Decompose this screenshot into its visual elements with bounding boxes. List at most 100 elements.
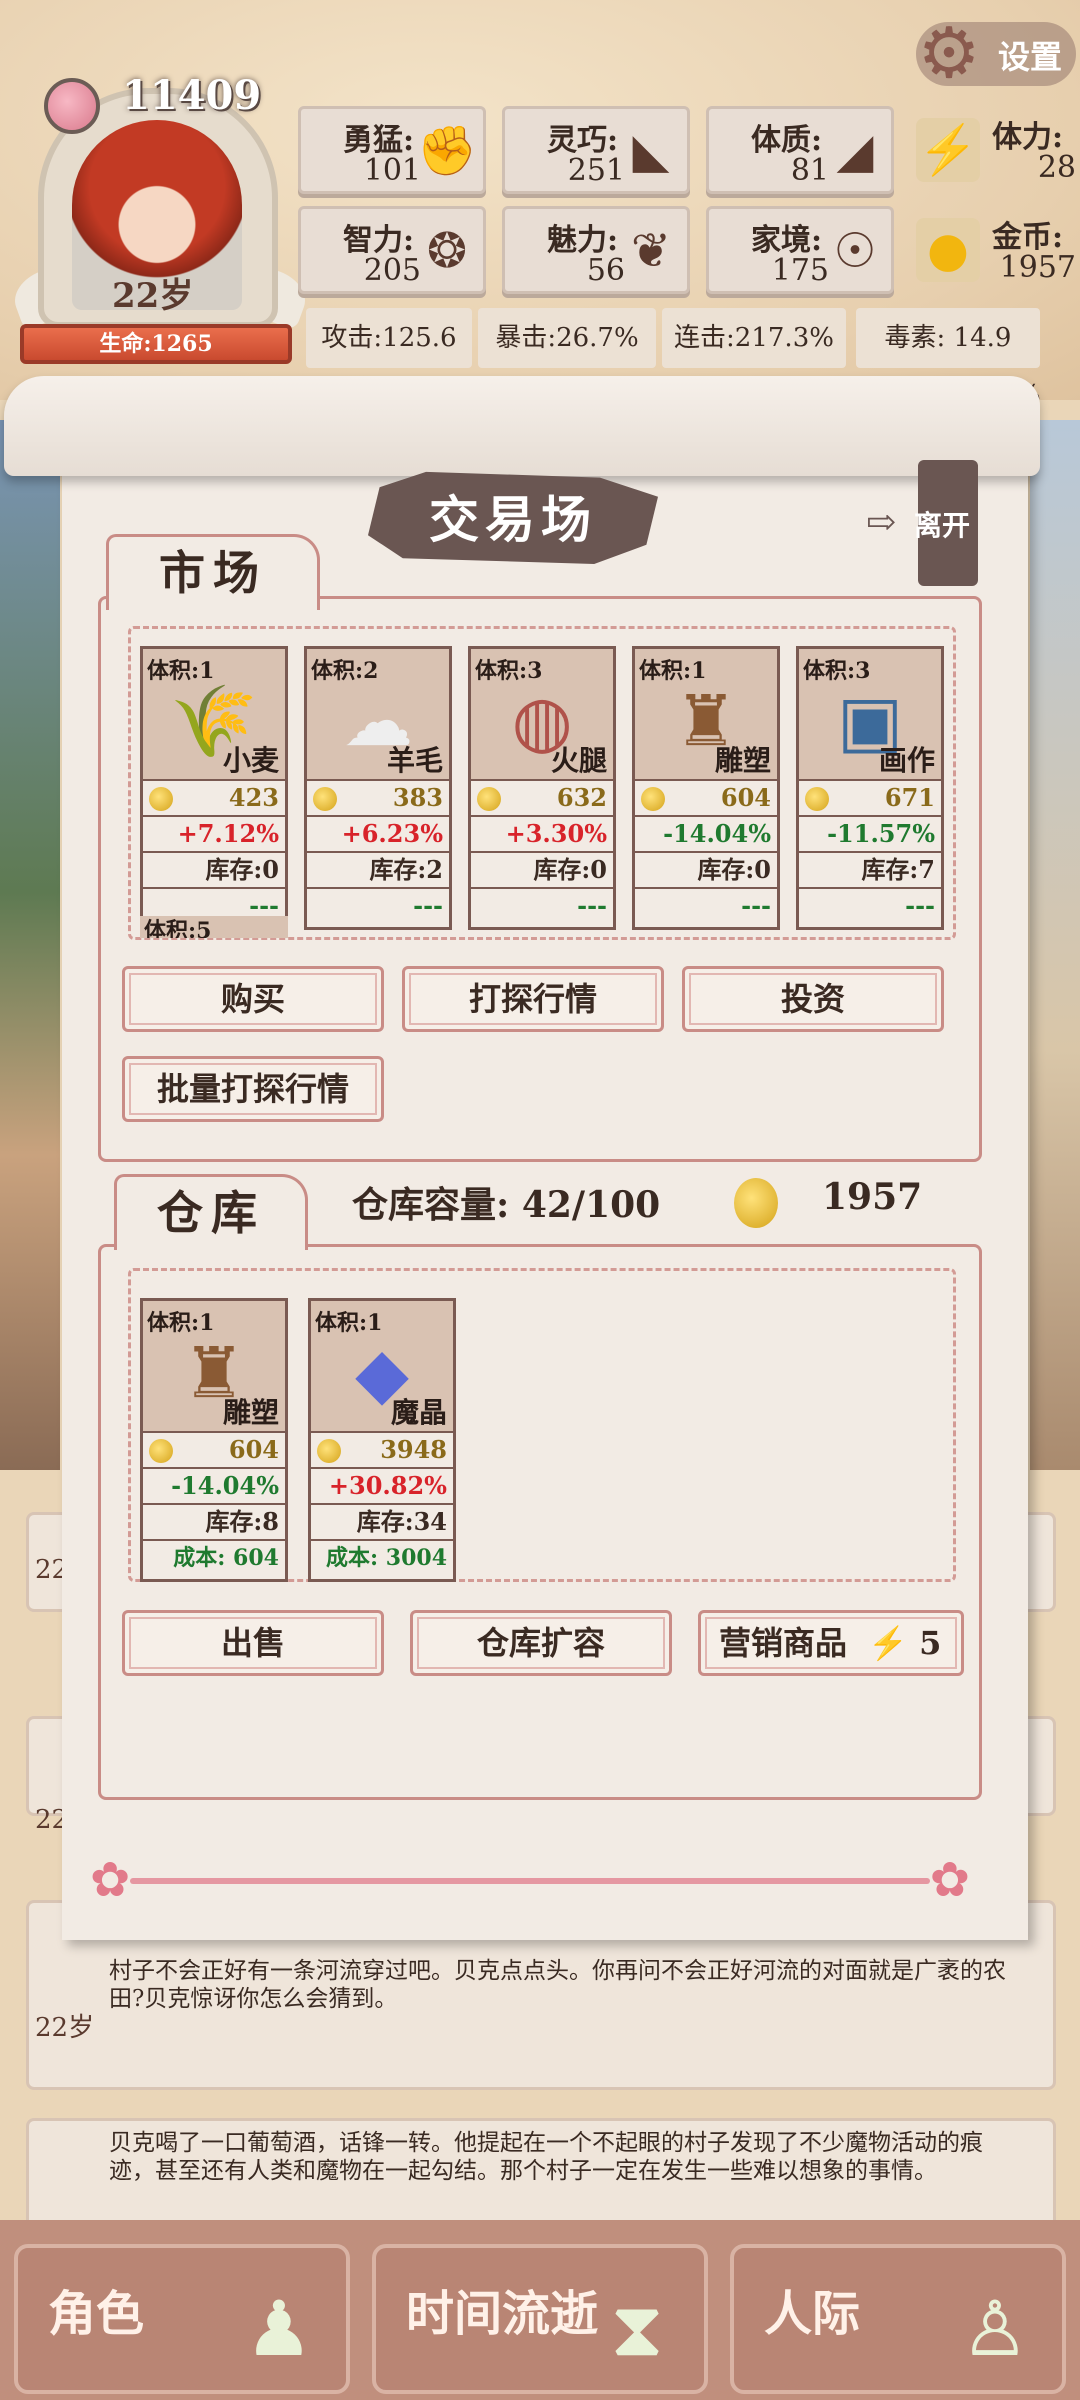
item-change: +3.30% <box>471 815 613 851</box>
market-tab: 市场 <box>106 534 320 610</box>
people-icon: ♙ <box>960 2284 1030 2373</box>
invest-button[interactable]: 投资 <box>682 966 944 1032</box>
settings-label: 设置 <box>998 38 1063 76</box>
hourglass-icon: ⧗ <box>610 2284 664 2373</box>
resource-value: 1957 <box>999 250 1076 285</box>
item-cost: 成本: 3004 <box>311 1539 453 1575</box>
item-name: 画作 <box>878 744 935 777</box>
item-stock: 库存:0 <box>143 851 285 887</box>
item-volume: 体积:1 <box>147 1310 215 1336</box>
nav-time-button[interactable]: 时间流逝 ⧗ <box>372 2244 708 2394</box>
soul-currency-icon <box>44 78 100 134</box>
market-item-wool[interactable]: ☁ 体积:2 羊毛 383 +6.23% 库存:2 --- <box>304 646 452 930</box>
item-name: 羊毛 <box>386 744 443 777</box>
log-entry: 贝克喝了一口葡萄酒，话锋一转。他提起在一个不起眼的村子发现了不少魔物活动的痕迹，… <box>26 2118 1056 2228</box>
settings-button[interactable]: ⚙ 设置 <box>916 14 1076 92</box>
nav-label: 时间流逝 <box>406 2286 599 2342</box>
stat-constitution: 体质: 81 ◢ <box>706 106 894 194</box>
log-text: 村子不会正好有一条河流穿过吧。贝克点点头。你再问不会正好河流的对面就是广袤的农田… <box>109 1958 1006 2012</box>
stat-combo: 连击:217.3% <box>662 308 846 368</box>
ribbon-decoration: ✿ ✿ <box>90 1852 970 1908</box>
gold-coin-icon: ● <box>916 218 980 282</box>
item-name: 雕塑 <box>222 1396 279 1429</box>
nav-relations-button[interactable]: 人际 ♙ <box>730 2244 1066 2394</box>
item-price: 604 <box>143 1431 285 1467</box>
soul-currency-value: 11409 <box>122 72 262 119</box>
stat-agility: 灵巧: 251 ◣ <box>502 106 690 194</box>
item-volume: 体积:3 <box>475 658 543 684</box>
item-price: 604 <box>635 779 777 815</box>
flower-icon: ✿ <box>90 1852 131 1908</box>
item-volume: 体积:1 <box>147 658 215 684</box>
item-stock: 库存:2 <box>307 851 449 887</box>
gold-coin-icon <box>805 787 829 811</box>
gold-coin-icon <box>477 787 501 811</box>
player-age: 22岁 <box>112 276 194 316</box>
gold-coin-icon <box>313 787 337 811</box>
item-extra: --- <box>307 887 449 923</box>
warehouse-tab: 仓库 <box>114 1174 308 1250</box>
nav-label: 人际 <box>764 2286 861 2342</box>
stat-value: 251 <box>567 153 625 188</box>
leave-label: 离开 <box>914 509 971 542</box>
item-change: -14.04% <box>635 815 777 851</box>
nav-character-button[interactable]: 角色 ♟ <box>14 2244 350 2394</box>
fist-icon: ✊ <box>417 123 477 179</box>
stat-bravery: 勇猛: 101 ✊ <box>298 106 486 194</box>
item-volume: 体积:2 <box>311 658 379 684</box>
stat-crit: 暴击:26.7% <box>478 308 656 368</box>
promote-label: 营销商品 <box>719 1624 848 1662</box>
item-cost: 成本: 604 <box>143 1539 285 1575</box>
item-name: 雕塑 <box>714 744 771 777</box>
item-stock: 库存:34 <box>311 1503 453 1539</box>
expand-warehouse-button[interactable]: 仓库扩容 <box>410 1610 672 1676</box>
scout-market-button[interactable]: 打探行情 <box>402 966 664 1032</box>
gold-coin-icon <box>149 787 173 811</box>
item-change: +30.82% <box>311 1467 453 1503</box>
item-name: 小麦 <box>222 744 279 777</box>
market-item-ham[interactable]: ◍ 体积:3 火腿 632 +3.30% 库存:0 --- <box>468 646 616 930</box>
stat-value: 101 <box>363 153 421 188</box>
gold-coin-icon <box>149 1439 173 1463</box>
hp-bar: 生命:1265 <box>20 324 292 364</box>
log-age: 22岁 <box>35 2013 95 2043</box>
item-extra: --- <box>471 887 613 923</box>
background-scenery-right <box>1030 420 1080 1470</box>
stat-value: 81 <box>790 153 829 188</box>
market-item-painting[interactable]: ▣ 体积:3 画作 671 -11.57% 库存:7 --- <box>796 646 944 930</box>
market-item-wheat[interactable]: 🌾 体积:1 小麦 423 +7.12% 库存:0 --- <box>140 646 288 930</box>
gear-icon: ⚙ <box>917 12 981 94</box>
item-volume: 体积:5 <box>140 916 288 938</box>
warehouse-item-magic-crystal[interactable]: ◆ 体积:1 魔晶 3948 +30.82% 库存:34 成本: 3004 <box>308 1298 456 1582</box>
header: 11409 22岁 生命:1265 ⚙ 设置 勇猛: 101 ✊ 灵巧: 251… <box>0 0 1080 410</box>
promote-goods-button[interactable]: 营销商品 ⚡ 5 <box>698 1610 964 1676</box>
stat-value: 175 <box>771 253 829 288</box>
market-item-sculpture[interactable]: ♜ 体积:1 雕塑 604 -14.04% 库存:0 --- <box>632 646 780 930</box>
page-title: 交易场 <box>429 490 597 549</box>
stat-intelligence: 智力: 205 ❂ <box>298 206 486 294</box>
stat-value: 56 <box>586 253 625 288</box>
sell-button[interactable]: 出售 <box>122 1610 384 1676</box>
lightning-icon: ⚡ <box>868 1624 908 1662</box>
buy-button[interactable]: 购买 <box>122 966 384 1032</box>
item-change: -14.04% <box>143 1467 285 1503</box>
item-extra: --- <box>799 887 941 923</box>
item-price: 383 <box>307 779 449 815</box>
item-stock: 库存:7 <box>799 851 941 887</box>
stat-value: 205 <box>363 253 421 288</box>
boot-icon: ◣ <box>632 123 670 179</box>
resource-value: 28 <box>1037 150 1076 185</box>
batch-scout-button[interactable]: 批量打探行情 <box>122 1056 384 1122</box>
flower-icon: ✿ <box>929 1852 970 1908</box>
item-stock: 库存:0 <box>635 851 777 887</box>
item-name: 火腿 <box>550 744 607 777</box>
market-next-row-peek: 体积:5 <box>140 916 288 938</box>
warehouse-item-sculpture[interactable]: ♜ 体积:1 雕塑 604 -14.04% 库存:8 成本: 604 <box>140 1298 288 1582</box>
stat-family: 家境: 175 ☉ <box>706 206 894 294</box>
hand-coin-icon: ☉ <box>833 223 877 279</box>
warehouse-capacity: 仓库容量: 42/100 <box>352 1184 661 1226</box>
gold-coin-icon <box>317 1439 341 1463</box>
stat-stamina: ⚡ 体力: 28 <box>916 106 1076 194</box>
item-change: +7.12% <box>143 815 285 851</box>
leave-button[interactable]: ⇨ 离开 <box>860 460 980 586</box>
